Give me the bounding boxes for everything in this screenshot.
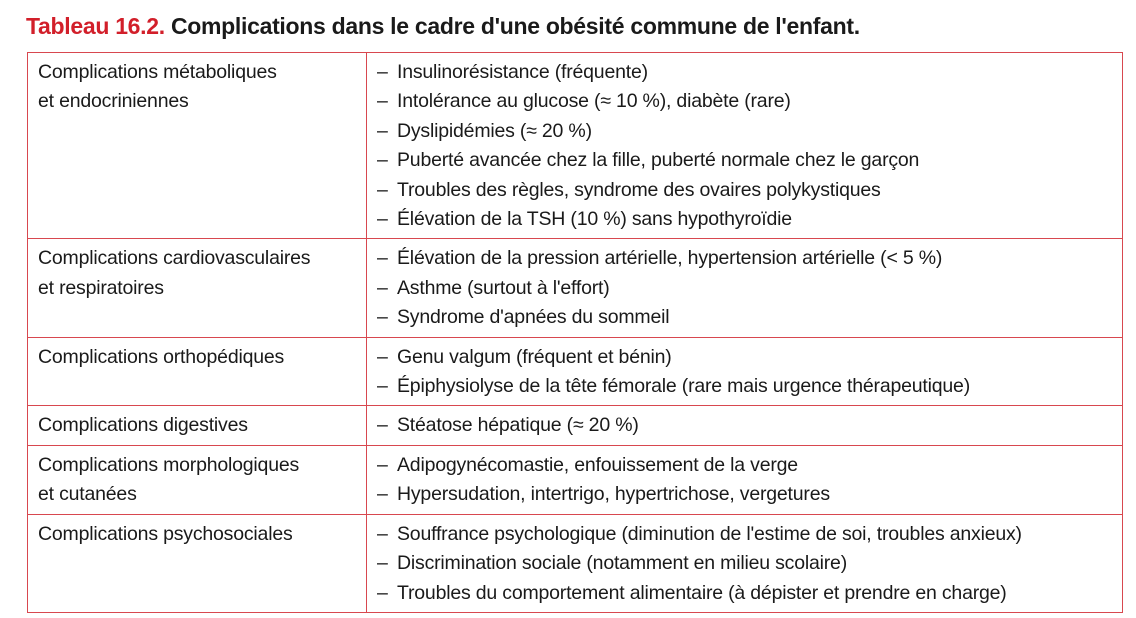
category-cell: Complications digestives [27, 405, 367, 446]
list-item-text: Stéatose hépatique (≈ 20 %) [397, 414, 639, 437]
table-row: Complications morphologiques et cutanées –… [27, 444, 1123, 515]
complications-list-cell: – Insulinorésistance (fréquente) – Intoléra… [366, 51, 1123, 240]
category-label-line: et endocriniennes [38, 90, 189, 113]
list-item-text: Intolérance au glucose (≈ 10 %), diabète… [397, 90, 791, 113]
list-item-text: Troubles des règles, syndrome des ovaire… [397, 178, 881, 201]
dash-bullet: – [377, 453, 388, 476]
complications-list-cell: – Stéatose hépatique (≈ 20 %) [366, 405, 1123, 446]
list-item: – Stéatose hépatique (≈ 20 %) [377, 411, 1122, 440]
list-item: – Élévation de la pression artérielle, hy… [377, 244, 1122, 273]
list-item-text: Épiphysiolyse de la tête fémorale (rare … [397, 375, 970, 398]
list-item: – Épiphysiolyse de la tête fémorale (rare… [377, 372, 1122, 401]
category-cell: Complications orthopédiques [27, 336, 367, 407]
dash-bullet: – [377, 483, 388, 506]
list-item-text: Discrimination sociale (notamment en mil… [397, 552, 847, 575]
table-row: Complications digestives – Stéatose hépati… [27, 405, 1123, 446]
list-item: – Élévation de la TSH (10 %) sans hypothy… [377, 205, 1122, 234]
table-title: Tableau 16.2. Complications dans le cadr… [26, 12, 860, 40]
list-item-text: Troubles du comportement alimentaire (à … [397, 581, 1007, 604]
complications-list-cell: – Élévation de la pression artérielle, hy… [366, 238, 1123, 338]
category-label-line: et cutanées [38, 483, 137, 506]
dash-bullet: – [377, 247, 388, 270]
category-label-line: et respiratoires [38, 276, 164, 299]
dash-bullet: – [377, 276, 388, 299]
list-item: – Souffrance psychologique (diminution de… [377, 520, 1122, 549]
list-item: – Syndrome d'apnées du sommeil [377, 303, 1122, 332]
dash-bullet: – [377, 119, 388, 142]
list-item-text: Dyslipidémies (≈ 20 %) [397, 119, 592, 142]
dash-bullet: – [377, 522, 388, 545]
list-item: – Discrimination sociale (notamment en mi… [377, 549, 1122, 578]
list-item: – Asthme (surtout à l'effort) [377, 274, 1122, 303]
list-item-text: Asthme (surtout à l'effort) [397, 276, 610, 299]
list-item: – Genu valgum (fréquent et bénin) [377, 343, 1122, 372]
complications-list-cell: – Adipogynécomastie, enfouissement de la … [366, 444, 1123, 515]
list-item-text: Adipogynécomastie, enfouissement de la v… [397, 453, 798, 476]
list-item-text: Hypersudation, intertrigo, hypertrichose… [397, 483, 830, 506]
list-item-text: Genu valgum (fréquent et bénin) [397, 345, 672, 368]
list-item: – Puberté avancée chez la fille, puberté … [377, 146, 1122, 175]
category-label-line: Complications digestives [38, 414, 248, 437]
list-item-text: Puberté avancée chez la fille, puberté n… [397, 149, 920, 172]
list-item: – Dyslipidémies (≈ 20 %) [377, 117, 1122, 146]
category-label-line: Complications cardiovasculaires [38, 247, 311, 270]
dash-bullet: – [377, 90, 388, 113]
dash-bullet: – [377, 552, 388, 575]
category-cell: Complications métaboliques et endocrinien… [27, 51, 367, 240]
category-label-line: Complications orthopédiques [38, 345, 285, 368]
table-row: Complications orthopédiques – Genu valgum … [27, 336, 1123, 407]
dash-bullet: – [377, 178, 388, 201]
category-label-line: Complications métaboliques [38, 61, 277, 83]
list-item: – Hypersudation, intertrigo, hypertrichos… [377, 480, 1122, 509]
complications-table: Complications métaboliques et endocrinien… [27, 51, 1123, 613]
list-item: – Troubles du comportement alimentaire (à… [377, 579, 1122, 608]
table-body: Complications métaboliques et endocrinien… [27, 51, 1123, 613]
dash-bullet: – [377, 61, 388, 83]
list-item-text: Élévation de la TSH (10 %) sans hypothyr… [397, 208, 792, 231]
dash-bullet: – [377, 414, 388, 437]
complications-list-cell: – Souffrance psychologique (diminution de… [366, 513, 1123, 613]
dash-bullet: – [377, 306, 388, 329]
list-item-text: Insulinorésistance (fréquente) [397, 61, 648, 83]
list-item-text: Syndrome d'apnées du sommeil [397, 306, 670, 329]
list-item: – Insulinorésistance (fréquente) [377, 58, 1122, 87]
dash-bullet: – [377, 208, 388, 231]
category-cell: Complications cardiovasculaires et respir… [27, 238, 367, 338]
complications-list-cell: – Genu valgum (fréquent et bénin) – Épiphys… [366, 336, 1123, 407]
category-cell: Complications psychosociales [27, 513, 367, 613]
dash-bullet: – [377, 149, 388, 172]
dash-bullet: – [377, 345, 388, 368]
category-label-line: Complications morphologiques [38, 453, 300, 476]
list-item: – Adipogynécomastie, enfouissement de la … [377, 451, 1122, 480]
table-caption: Complications dans le cadre d'une obésit… [170, 13, 860, 39]
list-item: – Intolérance au glucose (≈ 10 %), diabèt… [377, 87, 1122, 116]
list-item-text: Élévation de la pression artérielle, hyp… [397, 247, 943, 270]
table-row: Complications cardiovasculaires et respir… [27, 238, 1123, 338]
list-item-text: Souffrance psychologique (diminution de … [397, 522, 1022, 545]
table-number: Tableau 16.2. [26, 13, 165, 39]
dash-bullet: – [377, 375, 388, 398]
category-cell: Complications morphologiques et cutanées [27, 444, 367, 515]
table-row: Complications métaboliques et endocrinien… [27, 51, 1123, 240]
table-row: Complications psychosociales – Souffrance … [27, 513, 1123, 613]
list-item: – Troubles des règles, syndrome des ovair… [377, 176, 1122, 205]
category-label-line: Complications psychosociales [38, 522, 293, 545]
dash-bullet: – [377, 581, 388, 604]
